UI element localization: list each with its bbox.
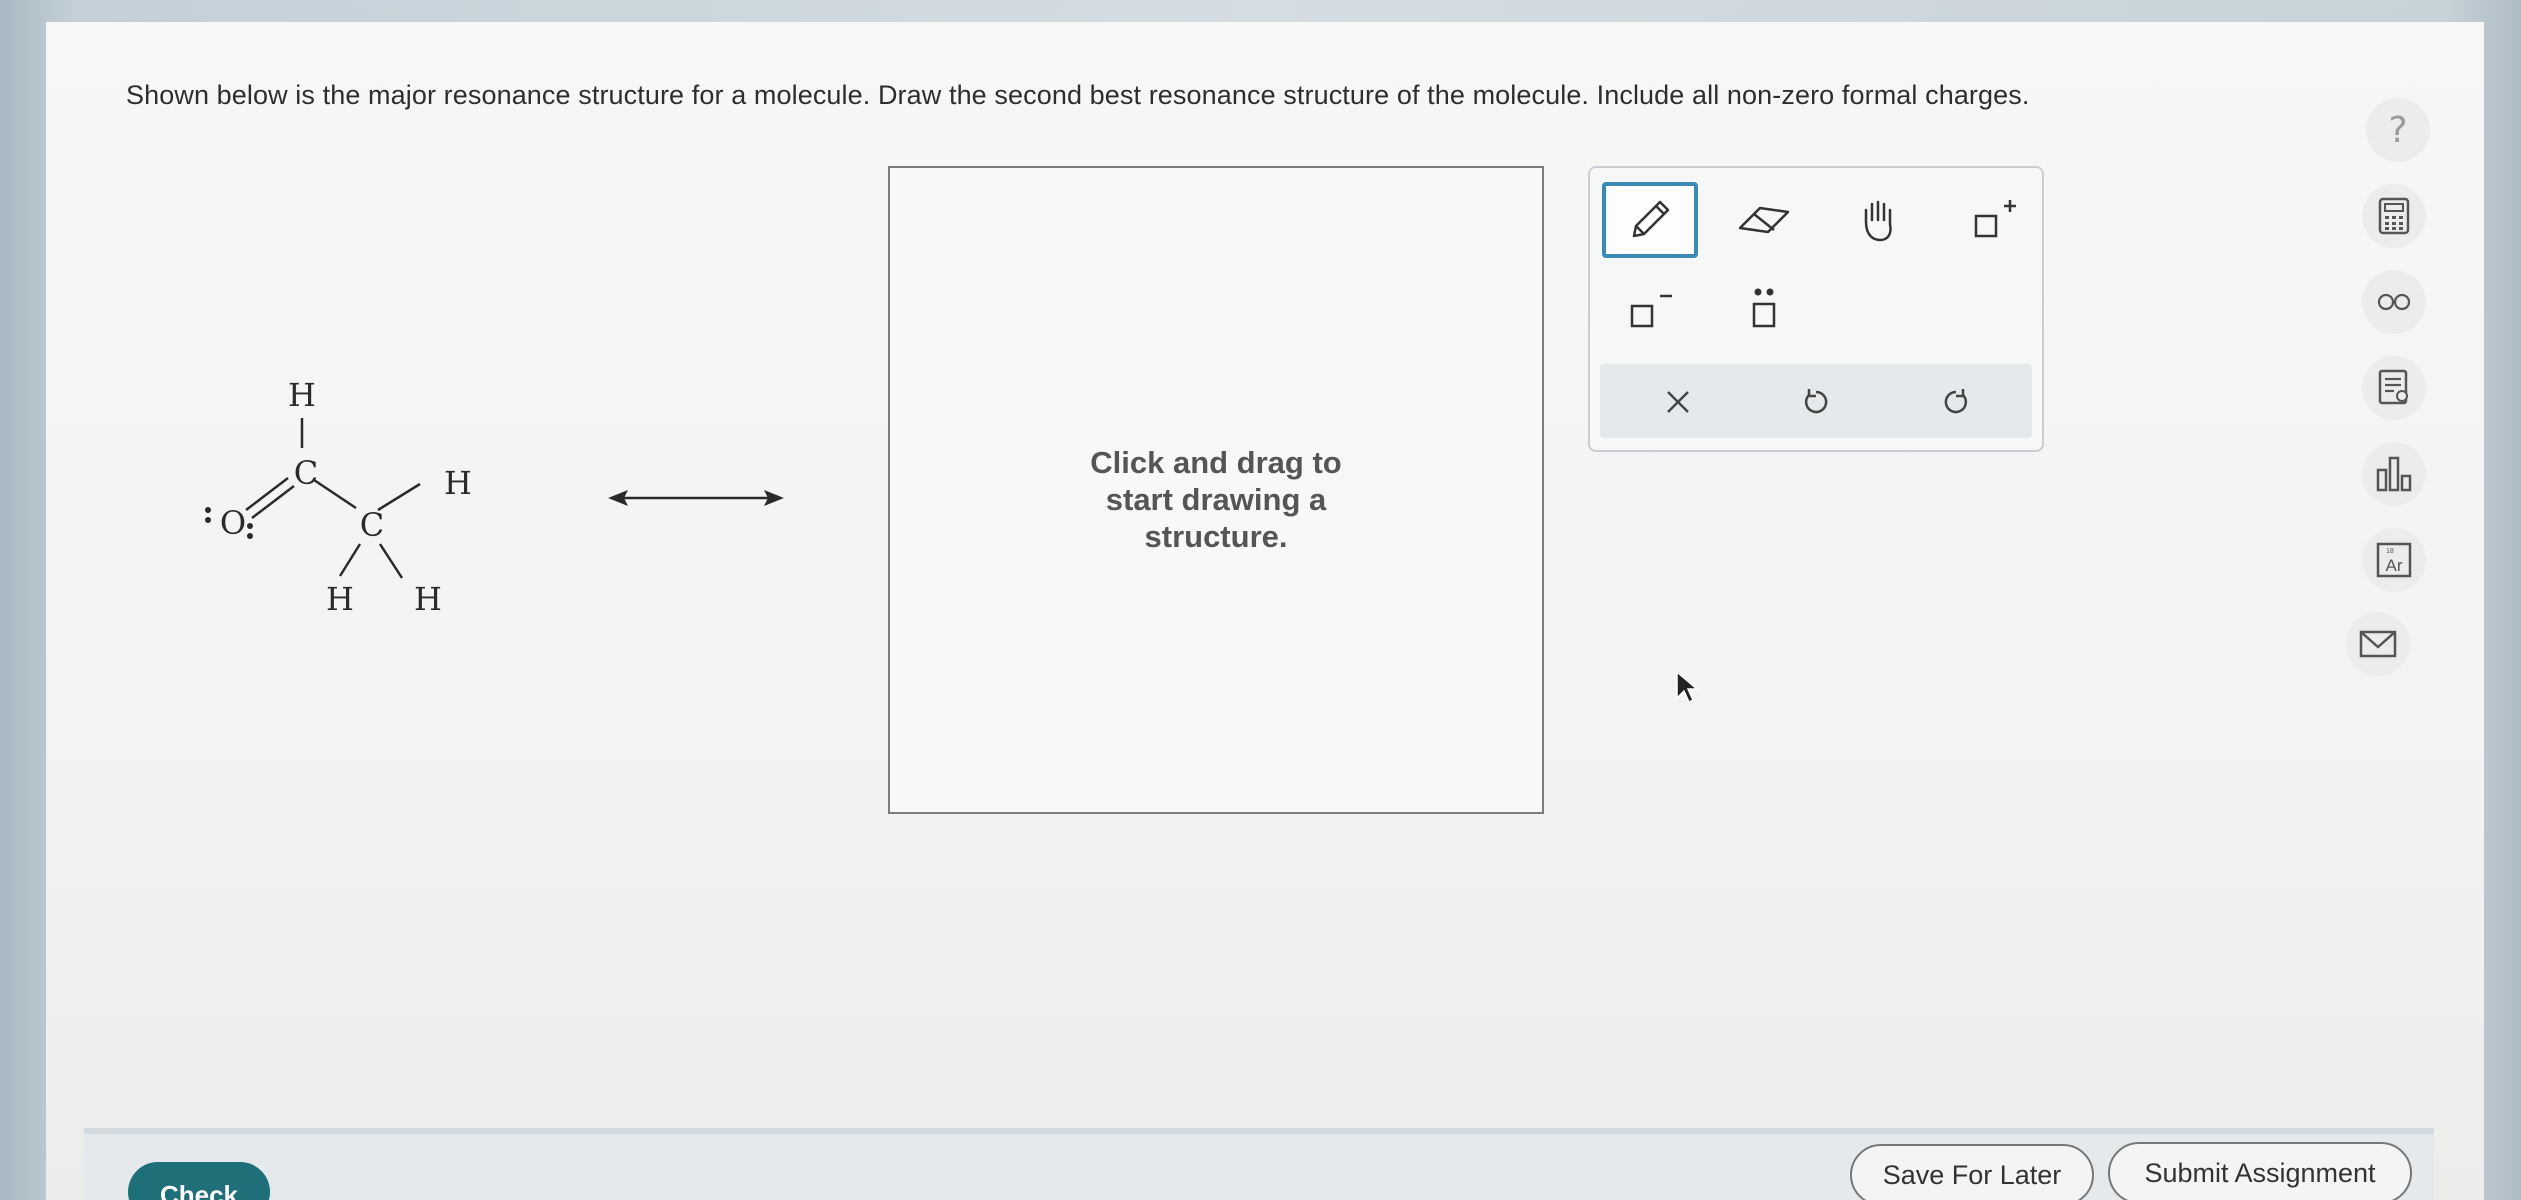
- notes-icon: [2378, 369, 2408, 405]
- atom-h-top: H: [288, 376, 316, 414]
- lone-pair-dot: [205, 517, 211, 523]
- check-button[interactable]: Check: [128, 1162, 270, 1200]
- positive-charge-icon: [1974, 200, 2016, 238]
- mail-icon: [2359, 630, 2397, 658]
- negative-charge-icon: [1630, 294, 1672, 328]
- periodic-table-label: Ar: [2386, 556, 2403, 575]
- drawing-toolbar: [1588, 166, 2044, 452]
- lone-pair-dot: [205, 507, 211, 513]
- pencil-tool-button[interactable]: [1602, 182, 1698, 258]
- clear-button[interactable]: [1630, 364, 1726, 440]
- help-icon: ?: [2388, 109, 2408, 151]
- eraser-icon: [1738, 206, 1790, 234]
- canvas-hint-line: start drawing a: [1105, 482, 1327, 517]
- resonance-arrow: [608, 490, 784, 506]
- mail-button[interactable]: [2346, 612, 2410, 676]
- canvas-hint: Click and drag to start drawing a struct…: [890, 444, 1542, 555]
- eraser-tool-button[interactable]: [1716, 182, 1812, 258]
- question-text: Shown below is the major resonance struc…: [126, 80, 2030, 110]
- chart-button[interactable]: [2362, 442, 2426, 506]
- lone-pair-dot: [247, 523, 253, 529]
- atom-h-right: H: [444, 464, 472, 502]
- mouse-cursor-icon: [1676, 670, 1700, 704]
- hand-tool-button[interactable]: [1830, 182, 1926, 258]
- undo-button[interactable]: [1768, 364, 1864, 440]
- help-button[interactable]: ?: [2366, 98, 2430, 162]
- canvas-hint-line: structure.: [1144, 519, 1288, 554]
- submit-assignment-button[interactable]: Submit Assignment: [2108, 1142, 2412, 1200]
- periodic-table-button[interactable]: Ar 18: [2362, 528, 2426, 592]
- lone-pair-tool-button[interactable]: [1716, 272, 1812, 348]
- redo-button[interactable]: [1908, 364, 2004, 440]
- glasses-button[interactable]: [2362, 270, 2426, 334]
- bond-c2-h-left: [338, 543, 362, 577]
- positive-charge-tool-button[interactable]: [1944, 182, 2040, 258]
- undo-icon: [1804, 389, 1828, 414]
- bond-c2-h-right: [377, 482, 421, 512]
- bond-c2-h-rightb: [378, 543, 404, 579]
- svg-text:18: 18: [2386, 548, 2394, 555]
- lone-pair-icon: [1752, 288, 1776, 328]
- atom-c1: C: [294, 454, 318, 492]
- glasses-icon: [2377, 293, 2411, 311]
- save-for-later-button[interactable]: Save For Later: [1850, 1144, 2094, 1200]
- atom-c2: C: [360, 506, 384, 544]
- atom-o: O: [220, 504, 246, 542]
- bond-c1-c2: [313, 478, 357, 510]
- notes-button[interactable]: [2362, 356, 2426, 420]
- calculator-icon: [2378, 197, 2410, 235]
- bar-chart-icon: [2376, 456, 2412, 492]
- pencil-icon: [1632, 200, 1670, 238]
- given-molecule: H C O C H H H: [205, 376, 472, 618]
- atom-h-left-bottom: H: [326, 580, 354, 618]
- canvas-hint-line: Click and drag to: [1090, 445, 1342, 480]
- negative-charge-tool-button[interactable]: [1602, 272, 1698, 348]
- toolbar-actions: [1600, 364, 2032, 438]
- redo-icon: [1944, 389, 1968, 414]
- drawing-canvas[interactable]: Click and drag to start drawing a struct…: [888, 166, 1544, 814]
- clear-icon: [1667, 391, 1689, 413]
- lone-pair-dot: [247, 533, 253, 539]
- calculator-button[interactable]: [2362, 184, 2426, 248]
- periodic-table-icon: Ar 18: [2376, 542, 2412, 578]
- atom-h-right-bottom: H: [414, 580, 442, 618]
- hand-icon: [1864, 200, 1892, 242]
